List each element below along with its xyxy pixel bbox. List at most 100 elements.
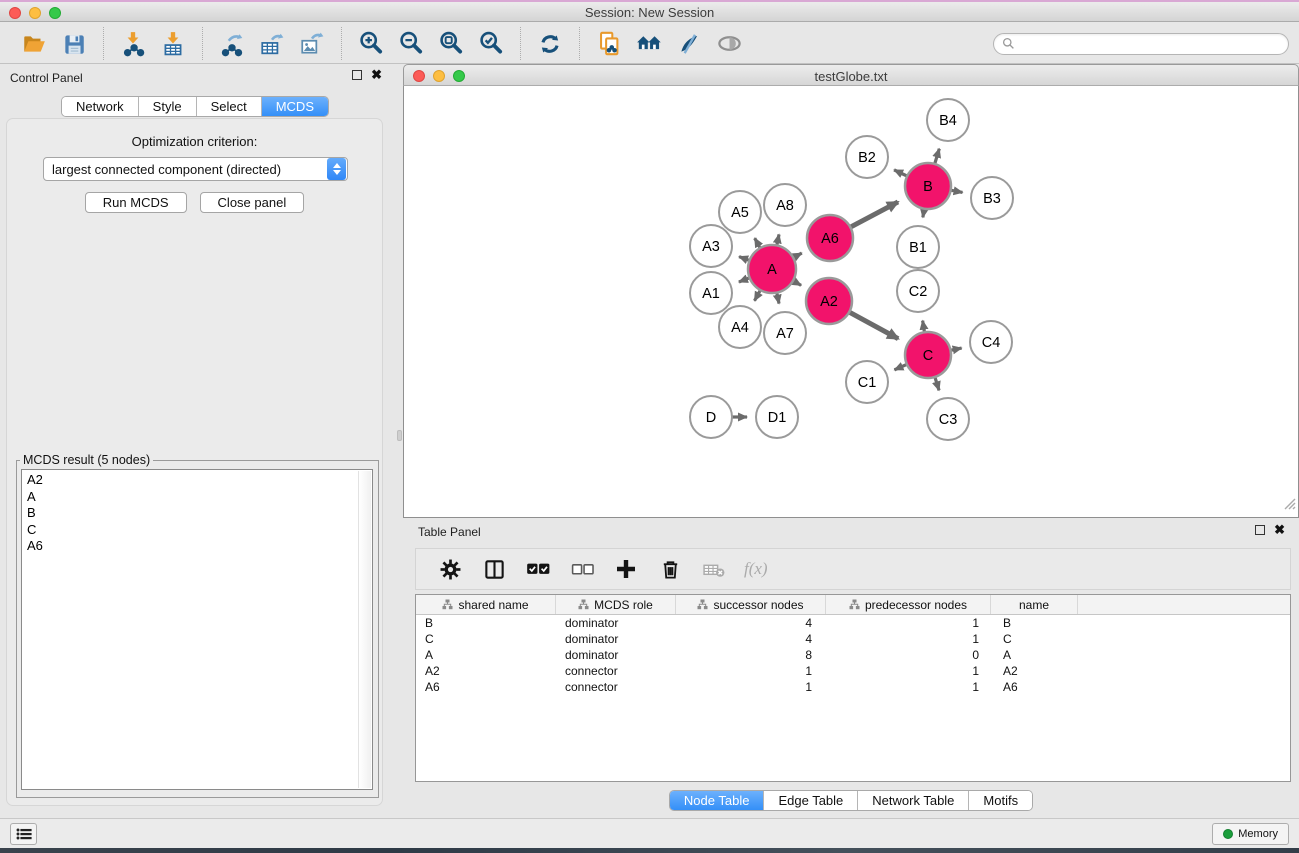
graph-edge-B-B3[interactable] — [951, 190, 963, 192]
result-item[interactable]: C — [27, 522, 372, 539]
resize-grip[interactable] — [1282, 496, 1296, 515]
result-scrollbar[interactable] — [358, 471, 371, 788]
result-item[interactable]: A6 — [27, 538, 372, 555]
tab-style[interactable]: Style — [138, 97, 196, 116]
graph-edge-A6-B[interactable] — [850, 202, 898, 227]
graph-node-label-C4: C4 — [982, 335, 1001, 351]
graph-edge-A-A6[interactable] — [793, 253, 802, 258]
column-header-shared-name[interactable]: shared name — [416, 595, 556, 614]
node-table-body: Bdominator41BCdominator41CAdominator80AA… — [416, 615, 1290, 695]
column-header-successor-nodes[interactable]: successor nodes — [676, 595, 826, 614]
save-session-icon[interactable] — [57, 27, 91, 61]
graph-edge-A-A2[interactable] — [793, 281, 801, 286]
graph-edge-C-C3[interactable] — [935, 377, 939, 390]
table-row[interactable]: Cdominator41C — [416, 631, 1290, 647]
tab-network-table[interactable]: Network Table — [857, 791, 968, 810]
import-table-icon[interactable] — [156, 27, 190, 61]
graph-edge-A-A3[interactable] — [739, 257, 749, 261]
column-type-icon — [578, 599, 589, 610]
mcds-result-items: A2ABCA6 — [27, 472, 372, 555]
task-history-button[interactable] — [10, 823, 37, 845]
column-header-name[interactable]: name — [991, 595, 1078, 614]
export-image-icon[interactable] — [295, 27, 329, 61]
show-all-networks-icon[interactable] — [632, 27, 666, 61]
graph-edge-A-A4[interactable] — [754, 290, 760, 301]
graph-edge-B-B2[interactable] — [894, 170, 907, 176]
refresh-network-icon[interactable] — [533, 27, 567, 61]
duplicate-network-icon[interactable] — [592, 27, 626, 61]
close-panel-button[interactable]: Close panel — [200, 192, 305, 213]
graph-edge-B-B4[interactable] — [935, 149, 940, 164]
table-row[interactable]: Adominator80A — [416, 647, 1290, 663]
table-cell: C — [416, 631, 556, 647]
graph-edge-A-A8[interactable] — [777, 234, 779, 245]
graph-edge-C-C4[interactable] — [951, 348, 962, 350]
table-row[interactable]: A2connector11A2 — [416, 663, 1290, 679]
criterion-value: largest connected component (directed) — [44, 162, 327, 177]
export-network-icon[interactable] — [215, 27, 249, 61]
export-table-icon[interactable] — [255, 27, 289, 61]
graph-edge-A2-C[interactable] — [849, 312, 898, 339]
table-cell: 1 — [826, 631, 991, 647]
tab-node-table[interactable]: Node Table — [670, 791, 764, 810]
close-table-panel-icon[interactable]: ✖ — [1274, 525, 1285, 535]
zoom-out-icon[interactable] — [394, 27, 428, 61]
result-item[interactable]: A2 — [27, 472, 372, 489]
graph-node-label-B: B — [923, 179, 933, 195]
delete-table-icon[interactable] — [697, 552, 731, 586]
select-all-columns-icon[interactable] — [521, 552, 555, 586]
show-graphics-details-icon[interactable] — [712, 27, 746, 61]
add-column-icon[interactable] — [609, 552, 643, 586]
panel-divider-grip[interactable] — [397, 430, 402, 441]
table-settings-icon[interactable] — [433, 552, 467, 586]
graph-edge-A-A7[interactable] — [777, 293, 779, 304]
run-mcds-button[interactable]: Run MCDS — [85, 192, 187, 213]
float-table-panel-icon[interactable] — [1255, 525, 1265, 535]
graph-node-label-C1: C1 — [858, 375, 877, 391]
memory-button[interactable]: Memory — [1212, 823, 1289, 845]
table-cell: C — [991, 631, 1078, 647]
zoom-selected-icon[interactable] — [474, 27, 508, 61]
close-panel-icon[interactable]: ✖ — [371, 70, 382, 80]
table-row[interactable]: A6connector11A6 — [416, 679, 1290, 695]
column-type-icon — [849, 599, 860, 610]
import-network-icon[interactable] — [116, 27, 150, 61]
tab-mcds[interactable]: MCDS — [261, 97, 328, 116]
table-panel-tabs: Node TableEdge TableNetwork TableMotifs — [669, 790, 1033, 811]
result-item[interactable]: B — [27, 505, 372, 522]
result-item[interactable]: A — [27, 489, 372, 506]
table-row[interactable]: Bdominator41B — [416, 615, 1290, 631]
delete-column-icon[interactable] — [653, 552, 687, 586]
graph-edge-C-C1[interactable] — [894, 364, 907, 370]
graph-edge-A-A5[interactable] — [755, 238, 761, 248]
function-builder-icon[interactable]: f(x) — [744, 559, 768, 579]
control-panel-title: Control Panel — [10, 71, 83, 85]
table-cell: 1 — [676, 679, 826, 695]
zoom-fit-icon[interactable] — [434, 27, 468, 61]
search-input[interactable] — [1015, 37, 1280, 51]
column-header-predecessor-nodes[interactable]: predecessor nodes — [826, 595, 991, 614]
open-session-icon[interactable] — [17, 27, 51, 61]
deselect-all-columns-icon[interactable] — [565, 552, 599, 586]
search-field[interactable] — [993, 33, 1289, 55]
graph-node-label-B2: B2 — [858, 150, 876, 166]
graph-edge-A-A1[interactable] — [739, 278, 750, 282]
table-panel-title: Table Panel — [418, 525, 481, 539]
zoom-in-icon[interactable] — [354, 27, 388, 61]
mcds-result-fieldset: MCDS result (5 nodes) A2ABCA6 — [16, 453, 379, 798]
tab-edge-table[interactable]: Edge Table — [763, 791, 857, 810]
column-header-MCDS-role[interactable]: MCDS role — [556, 595, 676, 614]
app-titlebar: Session: New Session — [0, 0, 1299, 22]
graph-edge-C-C2[interactable] — [923, 321, 925, 333]
column-layout-icon[interactable] — [477, 552, 511, 586]
tab-motifs[interactable]: Motifs — [968, 791, 1032, 810]
hide-graphics-details-icon[interactable] — [672, 27, 706, 61]
network-canvas[interactable]: AA1A2A3A4A5A6A7A8BB1B2B3B4CC1C2C3C4DD1 — [403, 86, 1299, 518]
graph-node-label-D1: D1 — [768, 410, 787, 426]
float-panel-icon[interactable] — [352, 70, 362, 80]
tab-network[interactable]: Network — [62, 97, 138, 116]
tab-select[interactable]: Select — [196, 97, 261, 116]
criterion-dropdown[interactable]: largest connected component (directed) — [43, 157, 348, 181]
toolbar-separator — [202, 27, 203, 60]
graph-edge-B-B1[interactable] — [923, 209, 924, 218]
